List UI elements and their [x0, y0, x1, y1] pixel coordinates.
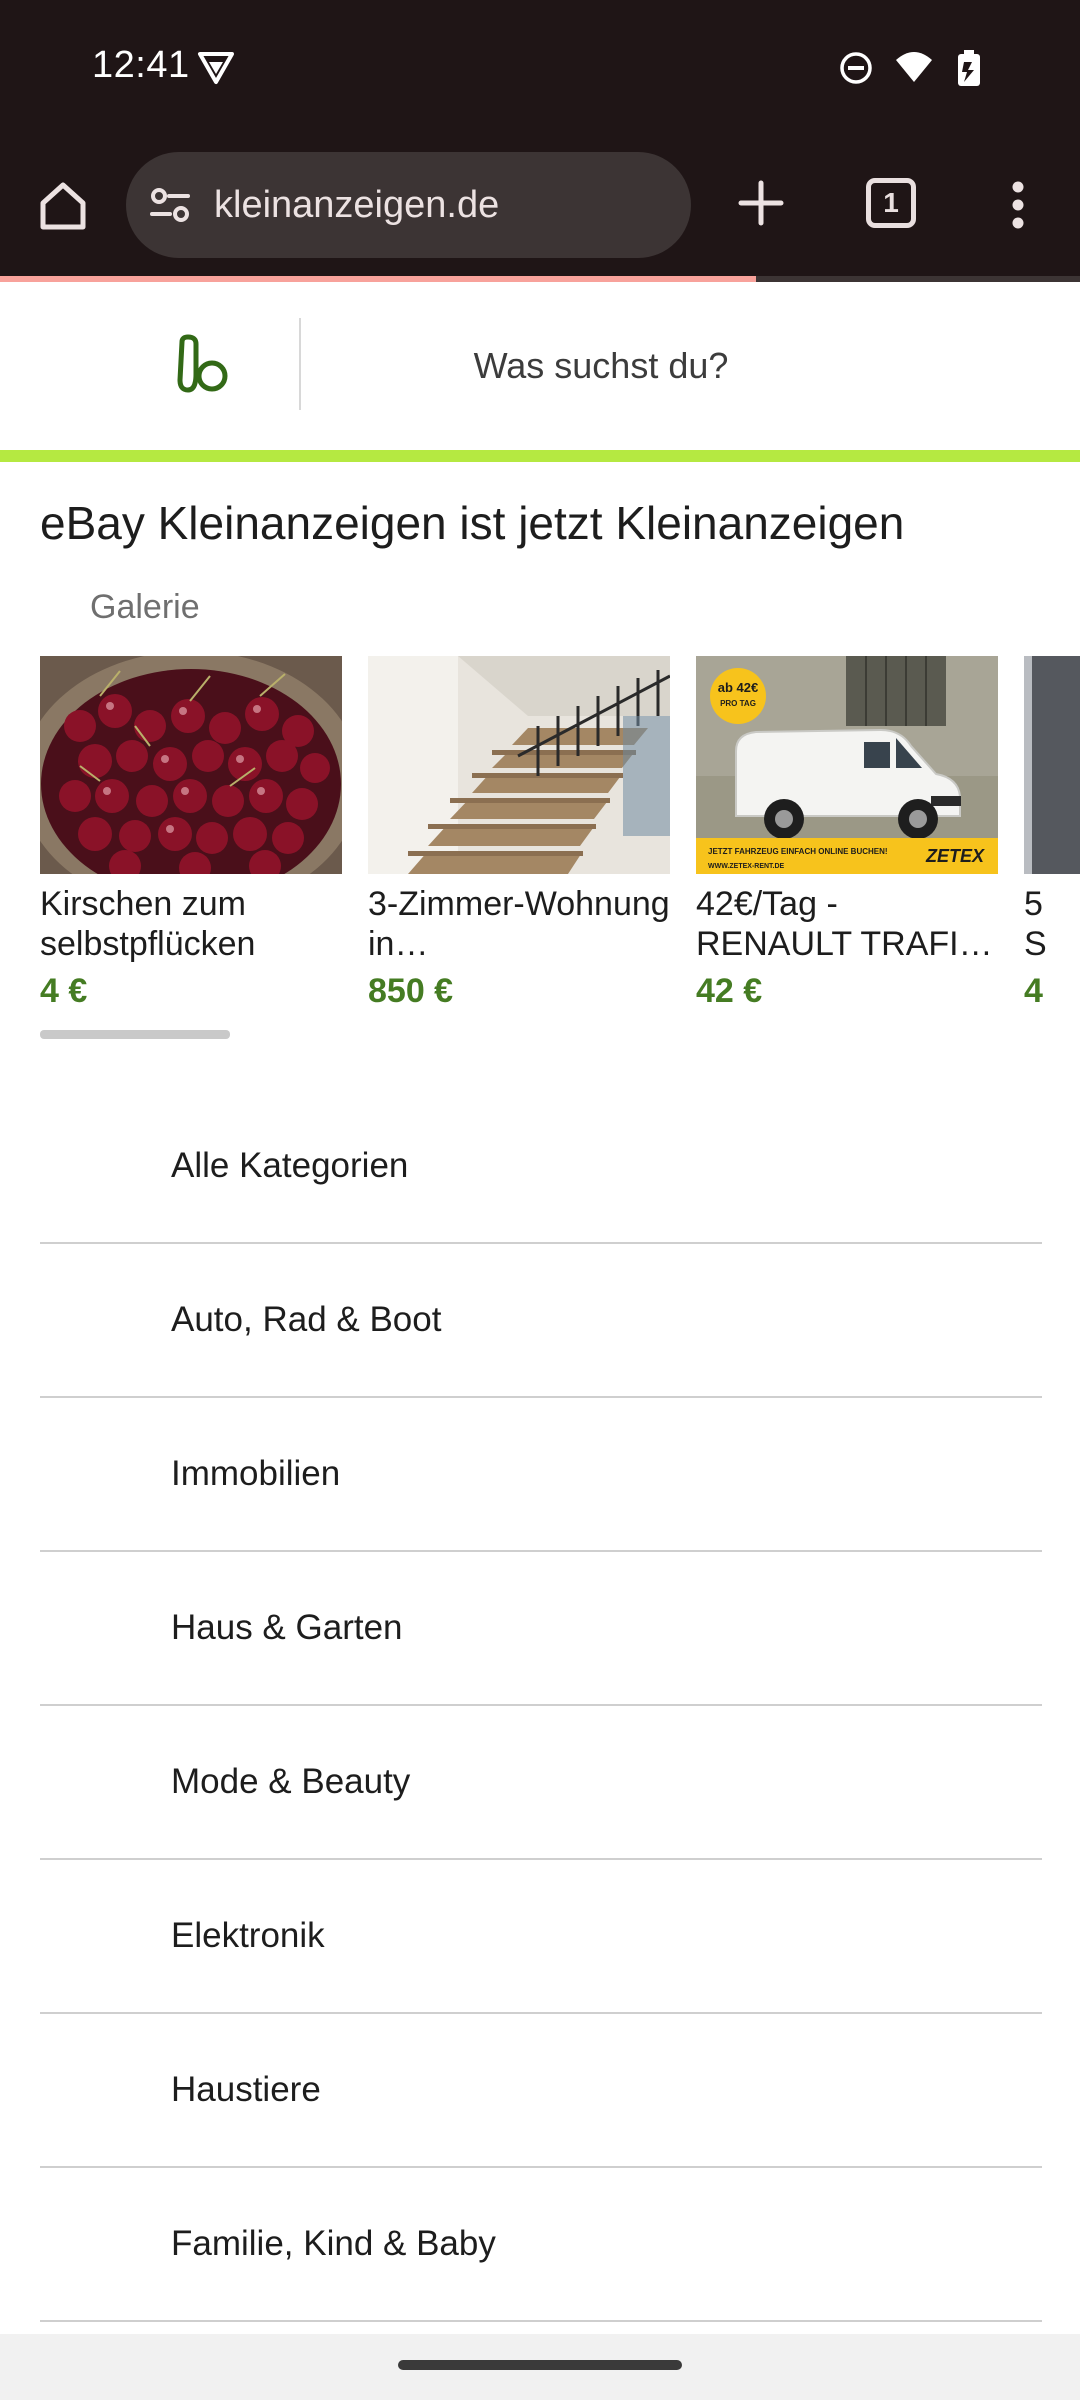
- gallery-card-price: 850 €: [368, 972, 454, 1010]
- van-banner-text: JETZT FAHRZEUG EINFACH ONLINE BUCHEN!: [708, 847, 888, 856]
- van-badge-unit: PRO TAG: [720, 699, 756, 708]
- browser-toolbar: kleinanzeigen.de 1: [0, 132, 1080, 280]
- gallery-card-image: [1024, 656, 1080, 874]
- tab-count: 1: [883, 187, 899, 218]
- home-button[interactable]: [30, 172, 96, 238]
- gallery-card-price: 4: [1024, 972, 1043, 1010]
- battery-icon: [958, 50, 980, 86]
- gallery-card-cherries[interactable]: Kirschen zum selbstpflücken 4 €: [40, 656, 342, 1011]
- wifi-icon: [896, 52, 932, 82]
- gallery-card-van-rental[interactable]: ab 42€ PRO TAG JETZT FAHRZEUG EINFACH ON…: [696, 656, 998, 1011]
- brand-accent-line: [0, 450, 1080, 462]
- van-badge-price: ab 42€: [718, 680, 758, 695]
- category-item-all[interactable]: Alle Kategorien: [40, 1090, 1042, 1244]
- overflow-menu-button[interactable]: [1000, 172, 1036, 238]
- more-vert-icon: [1012, 181, 1024, 229]
- new-tab-button[interactable]: [728, 170, 794, 236]
- category-item-home-garden[interactable]: Haus & Garten: [40, 1552, 1042, 1706]
- system-nav-bar: [0, 2334, 1080, 2400]
- van-banner-brand: ZETEX: [925, 846, 985, 866]
- gallery-scroll-indicator: [40, 1030, 230, 1039]
- site-settings-icon[interactable]: [146, 181, 194, 229]
- status-bar: 12:41: [0, 0, 1080, 132]
- gesture-handle[interactable]: [398, 2360, 682, 2370]
- van-banner-site: WWW.ZETEX-RENT.DE: [708, 863, 785, 870]
- gallery-card-price: 4 €: [40, 972, 88, 1010]
- gallery-label: Galerie: [90, 588, 200, 626]
- gallery-carousel[interactable]: Kirschen zum selbstpflücken 4 € 3-Zimmer…: [40, 656, 1080, 1016]
- category-item-family[interactable]: Familie, Kind & Baby: [40, 2168, 1042, 2322]
- page-title: eBay Kleinanzeigen ist jetzt Kleinanzeig…: [40, 497, 905, 549]
- dnd-icon: [840, 52, 872, 84]
- status-time: 12:41: [92, 44, 190, 86]
- category-item-electronics[interactable]: Elektronik: [40, 1860, 1042, 2014]
- gallery-card-title: 42€/Tag - RENAULT TRAFI…: [696, 885, 993, 963]
- home-icon: [40, 182, 86, 230]
- category-item-pets[interactable]: Haustiere: [40, 2014, 1042, 2168]
- vpn-icon: [198, 52, 234, 84]
- category-item-fashion[interactable]: Mode & Beauty: [40, 1706, 1042, 1860]
- category-list: Alle Kategorien Auto, Rad & Boot Immobil…: [40, 1090, 1042, 2322]
- address-bar[interactable]: kleinanzeigen.de: [126, 152, 691, 258]
- gallery-card-title: 5 S: [1024, 885, 1047, 963]
- kleinanzeigen-logo[interactable]: [172, 334, 232, 396]
- gallery-card-partial[interactable]: 5 S 4: [1024, 656, 1080, 1011]
- gallery-card-title: 3-Zimmer-Wohnung in…: [368, 885, 670, 963]
- search-input[interactable]: Was suchst du?: [301, 282, 901, 450]
- plus-icon: [738, 180, 784, 226]
- tab-switcher-button[interactable]: 1: [866, 178, 916, 228]
- url-text: kleinanzeigen.de: [214, 183, 500, 226]
- status-icons: [838, 48, 988, 88]
- gallery-card-title: Kirschen zum selbstpflücken: [40, 885, 256, 963]
- category-item-auto[interactable]: Auto, Rad & Boot: [40, 1244, 1042, 1398]
- category-item-real-estate[interactable]: Immobilien: [40, 1398, 1042, 1552]
- site-header: Was suchst du?: [0, 282, 1080, 450]
- gallery-card-price: 42 €: [696, 972, 763, 1010]
- gallery-card-image: ab 42€ PRO TAG JETZT FAHRZEUG EINFACH ON…: [696, 656, 998, 874]
- gallery-card-image: [368, 656, 670, 874]
- gallery-card-apartment[interactable]: 3-Zimmer-Wohnung in… 850 €: [368, 656, 670, 1011]
- gallery-card-image: [40, 656, 342, 874]
